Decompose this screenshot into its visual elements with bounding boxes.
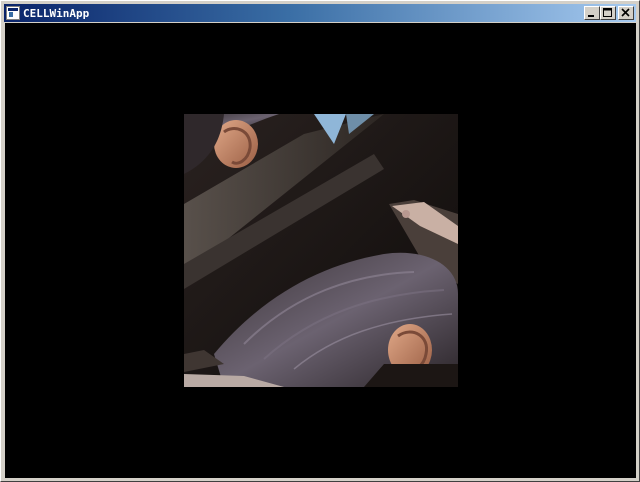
application-window-icon[interactable] (6, 6, 20, 20)
maximize-icon (603, 8, 612, 17)
app-window: CELLWinApp (0, 0, 640, 482)
minimize-icon (588, 15, 594, 17)
minimize-button[interactable] (584, 6, 600, 20)
maximize-button[interactable] (600, 6, 616, 20)
window-title: CELLWinApp (23, 6, 90, 20)
rendered-quad-texture (184, 114, 458, 387)
close-icon (621, 8, 630, 17)
texture-image (184, 114, 458, 387)
render-viewport[interactable] (5, 23, 636, 478)
close-button[interactable] (618, 6, 634, 20)
title-bar[interactable]: CELLWinApp (4, 4, 636, 22)
window-controls (584, 6, 634, 20)
